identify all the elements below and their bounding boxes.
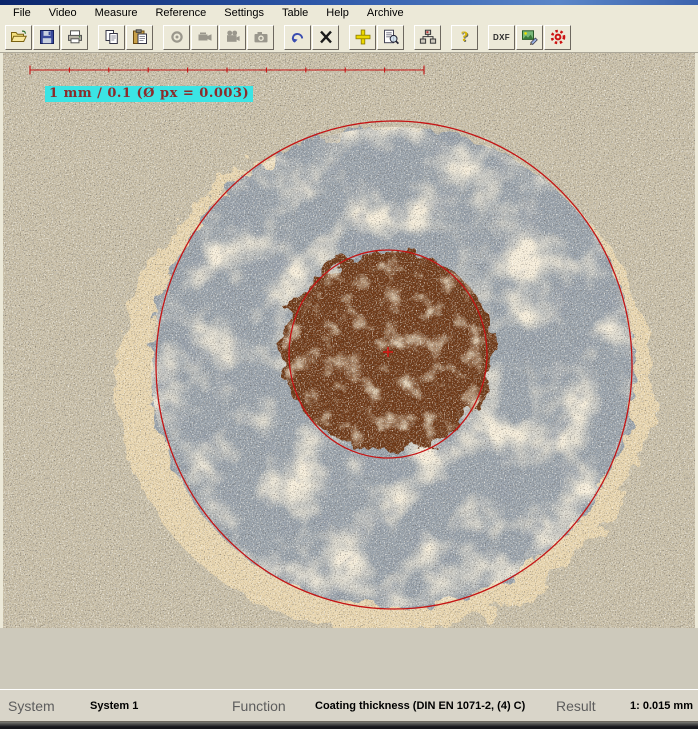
photo-camera-icon bbox=[252, 29, 270, 45]
eye-icon bbox=[168, 29, 186, 45]
menu-help[interactable]: Help bbox=[317, 6, 358, 21]
paste-clipboard-icon bbox=[131, 29, 149, 45]
movie-camera-icon bbox=[224, 29, 242, 45]
menu-archive[interactable]: Archive bbox=[358, 6, 413, 21]
system-label: System bbox=[8, 698, 55, 714]
function-label: Function bbox=[232, 698, 286, 714]
film-grain bbox=[3, 53, 695, 628]
scale-label: 1 mm / 0.1 (Ø px = 0.003) bbox=[45, 86, 253, 102]
help-button[interactable]: ? bbox=[451, 25, 478, 50]
floppy-disk-icon bbox=[38, 29, 56, 45]
open-button[interactable] bbox=[5, 25, 32, 50]
image-export-icon bbox=[521, 29, 539, 45]
crosshair-button[interactable] bbox=[349, 25, 376, 50]
menu-table[interactable]: Table bbox=[273, 6, 317, 21]
export-image-button[interactable] bbox=[516, 25, 543, 50]
live-image-button bbox=[163, 25, 190, 50]
preview-button[interactable] bbox=[377, 25, 404, 50]
undo-arrow-icon bbox=[289, 29, 307, 45]
film-button bbox=[219, 25, 246, 50]
snapshot-button bbox=[247, 25, 274, 50]
result-value: 1: 0.015 mm bbox=[630, 700, 693, 712]
menu-settings[interactable]: Settings bbox=[215, 6, 273, 21]
delete-button[interactable] bbox=[312, 25, 339, 50]
menu-video[interactable]: Video bbox=[40, 6, 86, 21]
save-button[interactable] bbox=[33, 25, 60, 50]
system-value: System 1 bbox=[90, 700, 138, 712]
flowchart-icon bbox=[419, 29, 437, 45]
gear-icon bbox=[549, 29, 567, 45]
copy-button[interactable] bbox=[98, 25, 125, 50]
structure-button[interactable] bbox=[414, 25, 441, 50]
window-bottom-edge bbox=[0, 722, 698, 729]
video-source-button bbox=[191, 25, 218, 50]
toolbar: ? DXF bbox=[0, 22, 698, 53]
video-camera-icon bbox=[196, 29, 214, 45]
dxf-text-icon: DXF bbox=[493, 33, 510, 42]
specimen-viewer[interactable]: 1 mm / 0.1 (Ø px = 0.003) bbox=[3, 53, 695, 628]
specimen-image[interactable] bbox=[3, 53, 695, 628]
copy-icon bbox=[103, 29, 121, 45]
delete-x-icon bbox=[317, 29, 335, 45]
menu-measure[interactable]: Measure bbox=[86, 6, 147, 21]
undo-button[interactable] bbox=[284, 25, 311, 50]
open-folder-icon bbox=[10, 29, 28, 45]
crosshair-icon bbox=[354, 29, 372, 45]
dxf-button[interactable]: DXF bbox=[488, 25, 515, 50]
workspace-background bbox=[0, 628, 698, 689]
result-label: Result bbox=[556, 698, 596, 714]
question-mark-icon: ? bbox=[461, 29, 469, 46]
function-value: Coating thickness (DIN EN 1071-2, (4) C) bbox=[315, 700, 525, 712]
print-button[interactable] bbox=[61, 25, 88, 50]
printer-icon bbox=[66, 29, 84, 45]
document-magnifier-icon bbox=[382, 29, 400, 45]
paste-button[interactable] bbox=[126, 25, 153, 50]
settings-button[interactable] bbox=[544, 25, 571, 50]
status-bar: System System 1 Function Coating thickne… bbox=[0, 689, 698, 722]
menu-file[interactable]: File bbox=[4, 6, 40, 21]
menu-bar: File Video Measure Reference Settings Ta… bbox=[0, 5, 698, 22]
menu-reference[interactable]: Reference bbox=[146, 6, 215, 21]
